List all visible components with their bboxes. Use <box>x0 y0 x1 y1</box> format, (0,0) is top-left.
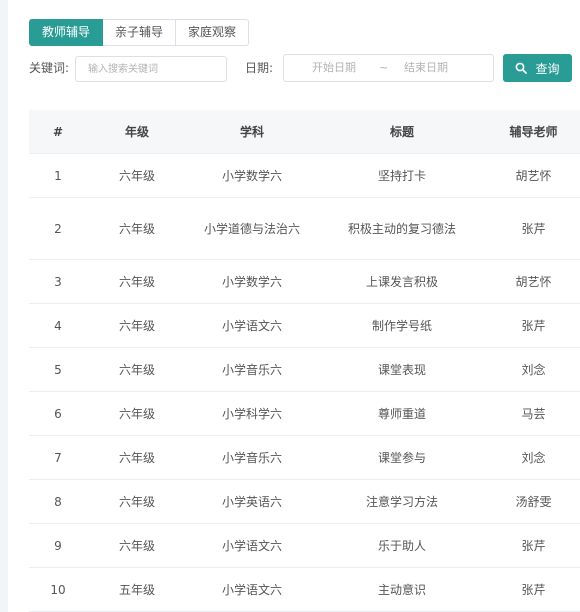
search-button-label: 查询 <box>535 61 560 76</box>
row-index: 8 <box>54 494 62 509</box>
header-title: 标题 <box>389 124 414 139</box>
row-grade: 六年级 <box>118 406 155 421</box>
row-subject: 小学道德与法治六 <box>187 198 317 259</box>
row-title: 注意学习方法 <box>365 494 438 509</box>
keyword-label: 关键词: <box>29 61 70 75</box>
main-panel: 教师辅导 亲子辅导 家庭观察 关键词: 日期: 开始日期 ~ 结束日期 查询 #… <box>8 0 580 612</box>
date-range-picker[interactable]: 开始日期 ~ 结束日期 <box>283 54 494 82</box>
search-icon <box>515 62 528 74</box>
row-teacher: 刘念 <box>521 362 546 377</box>
range-separator: ~ <box>379 61 389 74</box>
row-grade: 六年级 <box>118 318 155 333</box>
row-index: 9 <box>54 538 62 553</box>
row-subject-text: 小学语文六 <box>221 582 282 597</box>
search-button[interactable]: 查询 <box>503 54 572 82</box>
row-subject: 小学音乐六 <box>187 436 317 479</box>
row-grade: 六年级 <box>118 274 155 289</box>
row-subject: 小学语文六 <box>187 524 317 567</box>
tutoring-table: # 年级 学科 标题 辅导老师 1 六年级 小学数学六 坚持打卡 胡艺怀 2 六… <box>29 110 580 612</box>
row-teacher: 刘念 <box>521 450 546 465</box>
row-subject-text: 小学语文六 <box>221 318 282 333</box>
table-row[interactable]: 5 六年级 小学音乐六 课堂表现 刘念 <box>29 348 580 392</box>
row-teacher: 张芹 <box>521 221 546 236</box>
row-title: 制作学号纸 <box>371 318 432 333</box>
table-row[interactable]: 3 六年级 小学数学六 上课发言积极 胡艺怀 <box>29 260 580 304</box>
row-index: 7 <box>54 450 62 465</box>
tab-teacher-tutoring[interactable]: 教师辅导 <box>29 19 104 46</box>
row-subject-text: 小学语文六 <box>221 538 282 553</box>
row-subject-text: 小学科学六 <box>221 406 282 421</box>
row-teacher: 胡艺怀 <box>515 168 552 183</box>
row-grade: 六年级 <box>118 168 155 183</box>
row-grade: 五年级 <box>118 582 155 597</box>
table-header: # 年级 学科 标题 辅导老师 <box>29 110 580 154</box>
row-index: 4 <box>54 318 62 333</box>
row-grade: 六年级 <box>118 221 155 236</box>
row-subject-text: 小学音乐六 <box>221 450 282 465</box>
table-row[interactable]: 6 六年级 小学科学六 尊师重道 马芸 <box>29 392 580 436</box>
row-teacher: 张芹 <box>521 582 546 597</box>
row-index: 5 <box>54 362 62 377</box>
row-grade: 六年级 <box>118 494 155 509</box>
row-subject-text: 小学数学六 <box>221 168 282 183</box>
tab-family-observation[interactable]: 家庭观察 <box>176 19 250 46</box>
row-teacher: 张芹 <box>521 538 546 553</box>
row-index: 6 <box>54 406 62 421</box>
table-row[interactable]: 8 六年级 小学英语六 注意学习方法 汤舒雯 <box>29 480 580 524</box>
row-teacher: 张芹 <box>521 318 546 333</box>
row-subject-text: 小学英语六 <box>221 494 282 509</box>
table-row[interactable]: 7 六年级 小学音乐六 课堂参与 刘念 <box>29 436 580 480</box>
date-label: 日期: <box>245 61 274 75</box>
header-grade: 年级 <box>124 124 149 139</box>
row-title: 坚持打卡 <box>377 168 426 183</box>
row-index: 3 <box>54 274 62 289</box>
row-teacher: 汤舒雯 <box>515 494 552 509</box>
row-title: 上课发言积极 <box>365 274 438 289</box>
end-date-input[interactable]: 结束日期 <box>404 55 448 81</box>
table-row[interactable]: 2 六年级 小学道德与法治六 积极主动的复习德法 张芹 <box>29 198 580 260</box>
row-subject: 小学语文六 <box>187 568 317 611</box>
table-row[interactable]: 9 六年级 小学语文六 乐于助人 张芹 <box>29 524 580 568</box>
row-title: 尊师重道 <box>377 406 426 421</box>
row-grade: 六年级 <box>118 450 155 465</box>
keyword-input[interactable] <box>75 56 227 82</box>
row-title: 乐于助人 <box>377 538 426 553</box>
tab-bar: 教师辅导 亲子辅导 家庭观察 <box>29 19 250 46</box>
table-row[interactable]: 1 六年级 小学数学六 坚持打卡 胡艺怀 <box>29 154 580 198</box>
start-date-input[interactable]: 开始日期 <box>312 55 356 81</box>
row-title: 主动意识 <box>377 582 426 597</box>
row-title: 积极主动的复习德法 <box>347 221 456 236</box>
row-grade: 六年级 <box>118 362 155 377</box>
header-teacher: 辅导老师 <box>509 124 558 139</box>
filter-bar: 关键词: 日期: 开始日期 ~ 结束日期 查询 <box>8 54 580 82</box>
row-subject-text: 小学道德与法治六 <box>204 221 301 236</box>
row-subject-text: 小学音乐六 <box>221 362 282 377</box>
row-index: 2 <box>54 221 62 236</box>
row-subject: 小学语文六 <box>187 304 317 347</box>
table-row[interactable]: 10 五年级 小学语文六 主动意识 张芹 <box>29 568 580 612</box>
row-grade: 六年级 <box>118 538 155 553</box>
row-subject: 小学科学六 <box>187 392 317 435</box>
row-title: 课堂参与 <box>377 450 426 465</box>
row-teacher: 胡艺怀 <box>515 274 552 289</box>
row-subject-text: 小学数学六 <box>221 274 282 289</box>
row-subject: 小学数学六 <box>187 260 317 303</box>
header-subject: 学科 <box>239 124 264 139</box>
table-row[interactable]: 4 六年级 小学语文六 制作学号纸 张芹 <box>29 304 580 348</box>
row-title: 课堂表现 <box>377 362 426 377</box>
row-index: 10 <box>50 582 66 597</box>
row-teacher: 马芸 <box>521 406 546 421</box>
header-index: # <box>52 124 64 139</box>
row-index: 1 <box>54 168 62 183</box>
row-subject: 小学音乐六 <box>187 348 317 391</box>
row-subject: 小学英语六 <box>187 480 317 523</box>
row-subject: 小学数学六 <box>187 154 317 197</box>
tab-parent-child-tutoring[interactable]: 亲子辅导 <box>103 19 177 46</box>
